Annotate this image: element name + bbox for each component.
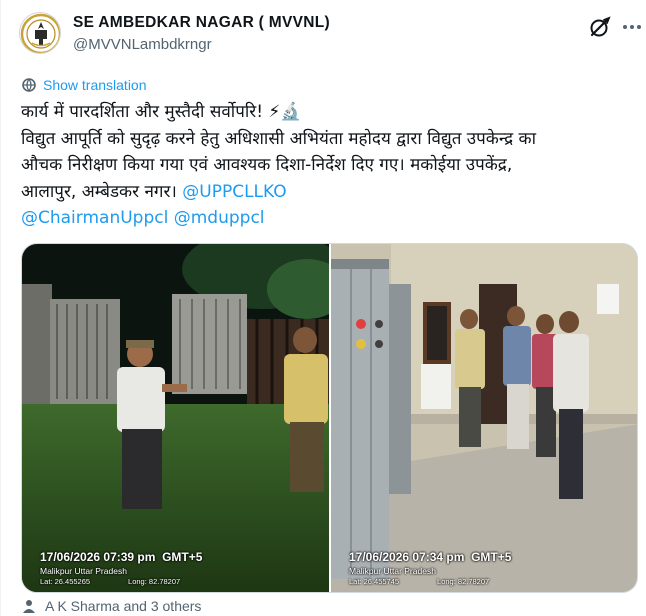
photo-2-stamp: 17/06/2026 07:34 pm GMT+5 Malikpur Uttar… xyxy=(349,550,511,586)
mention-chairmanuppcl[interactable]: @ChairmanUppcl xyxy=(21,208,168,228)
tweet-header: SE AMBEDKAR NAGAR ( MVVNL) @MVVNLambdkrn… xyxy=(19,10,641,62)
photo-2[interactable]: 17/06/2026 07:34 pm GMT+5 Malikpur Uttar… xyxy=(331,244,637,592)
more-icon xyxy=(623,25,641,29)
mention-mduppcl[interactable]: @mduppcl xyxy=(174,208,265,228)
photo-2-timestamp: 17/06/2026 07:34 pm xyxy=(349,550,465,564)
tweet-line-2: विद्युत आपूर्ति को सुदृढ़ करने हेतु अधिश… xyxy=(21,128,536,149)
photo-2-long: Long: 82.78207 xyxy=(437,577,490,586)
tweet-text: कार्य में पारदर्शिता और मुस्तैदी सर्वोपर… xyxy=(21,99,631,232)
photo-1-lat: Lat: 26.455265 xyxy=(40,577,91,586)
tagged-users-label: A K Sharma and 3 others xyxy=(45,598,202,614)
tweet-line-5: @ChairmanUppcl @mduppcl xyxy=(21,205,631,232)
tagged-users[interactable]: A K Sharma and 3 others xyxy=(21,598,201,614)
emblem-logo-icon xyxy=(20,13,60,53)
user-handle[interactable]: @MVVNLambdkrngr xyxy=(73,36,330,53)
tweet-line-4-text: आलापुर, अम्बेडकर नगर। xyxy=(21,181,183,202)
display-name[interactable]: SE AMBEDKAR NAGAR ( MVVNL) xyxy=(73,14,330,32)
photo-1-stamp: 17/06/2026 07:39 pm GMT+5 Malikpur Uttar… xyxy=(40,550,202,586)
people-icon xyxy=(23,600,35,613)
grok-button[interactable] xyxy=(587,14,613,40)
photo-1[interactable]: 17/06/2026 07:39 pm GMT+5 Malikpur Uttar… xyxy=(22,244,329,592)
tweet-line-1: कार्य में पारदर्शिता और मुस्तैदी सर्वोपर… xyxy=(21,102,302,122)
tweet-line-3: औचक निरीक्षण किया गया एवं आवश्यक दिशा-नि… xyxy=(21,155,513,175)
photo-2-timezone: GMT+5 xyxy=(471,550,512,564)
show-translation-button[interactable]: Show translation xyxy=(21,77,147,93)
photo-2-lat: Lat: 26.455745 xyxy=(349,577,400,586)
photo-1-long: Long: 82.78207 xyxy=(128,577,181,586)
photo-2-place: Malikpur Uttar Pradesh xyxy=(349,566,436,576)
photo-1-timestamp: 17/06/2026 07:39 pm xyxy=(40,550,156,564)
photo-1-image xyxy=(22,244,329,592)
media-grid: 17/06/2026 07:39 pm GMT+5 Malikpur Uttar… xyxy=(21,243,638,593)
globe-icon xyxy=(22,78,36,93)
more-options-button[interactable] xyxy=(619,14,645,40)
tweet-card: SE AMBEDKAR NAGAR ( MVVNL) @MVVNLambdkrn… xyxy=(0,0,646,616)
show-translation-label: Show translation xyxy=(43,77,147,93)
photo-2-image xyxy=(331,244,637,592)
mention-uppcllko[interactable]: @UPPCLLKO xyxy=(182,182,286,202)
avatar[interactable] xyxy=(19,12,61,54)
grok-icon xyxy=(590,16,611,37)
photo-1-timezone: GMT+5 xyxy=(162,550,203,564)
tweet-line-4: आलापुर, अम्बेडकर नगर। @UPPCLLKO xyxy=(21,179,631,206)
photo-1-place: Malikpur Uttar Pradesh xyxy=(40,566,127,576)
